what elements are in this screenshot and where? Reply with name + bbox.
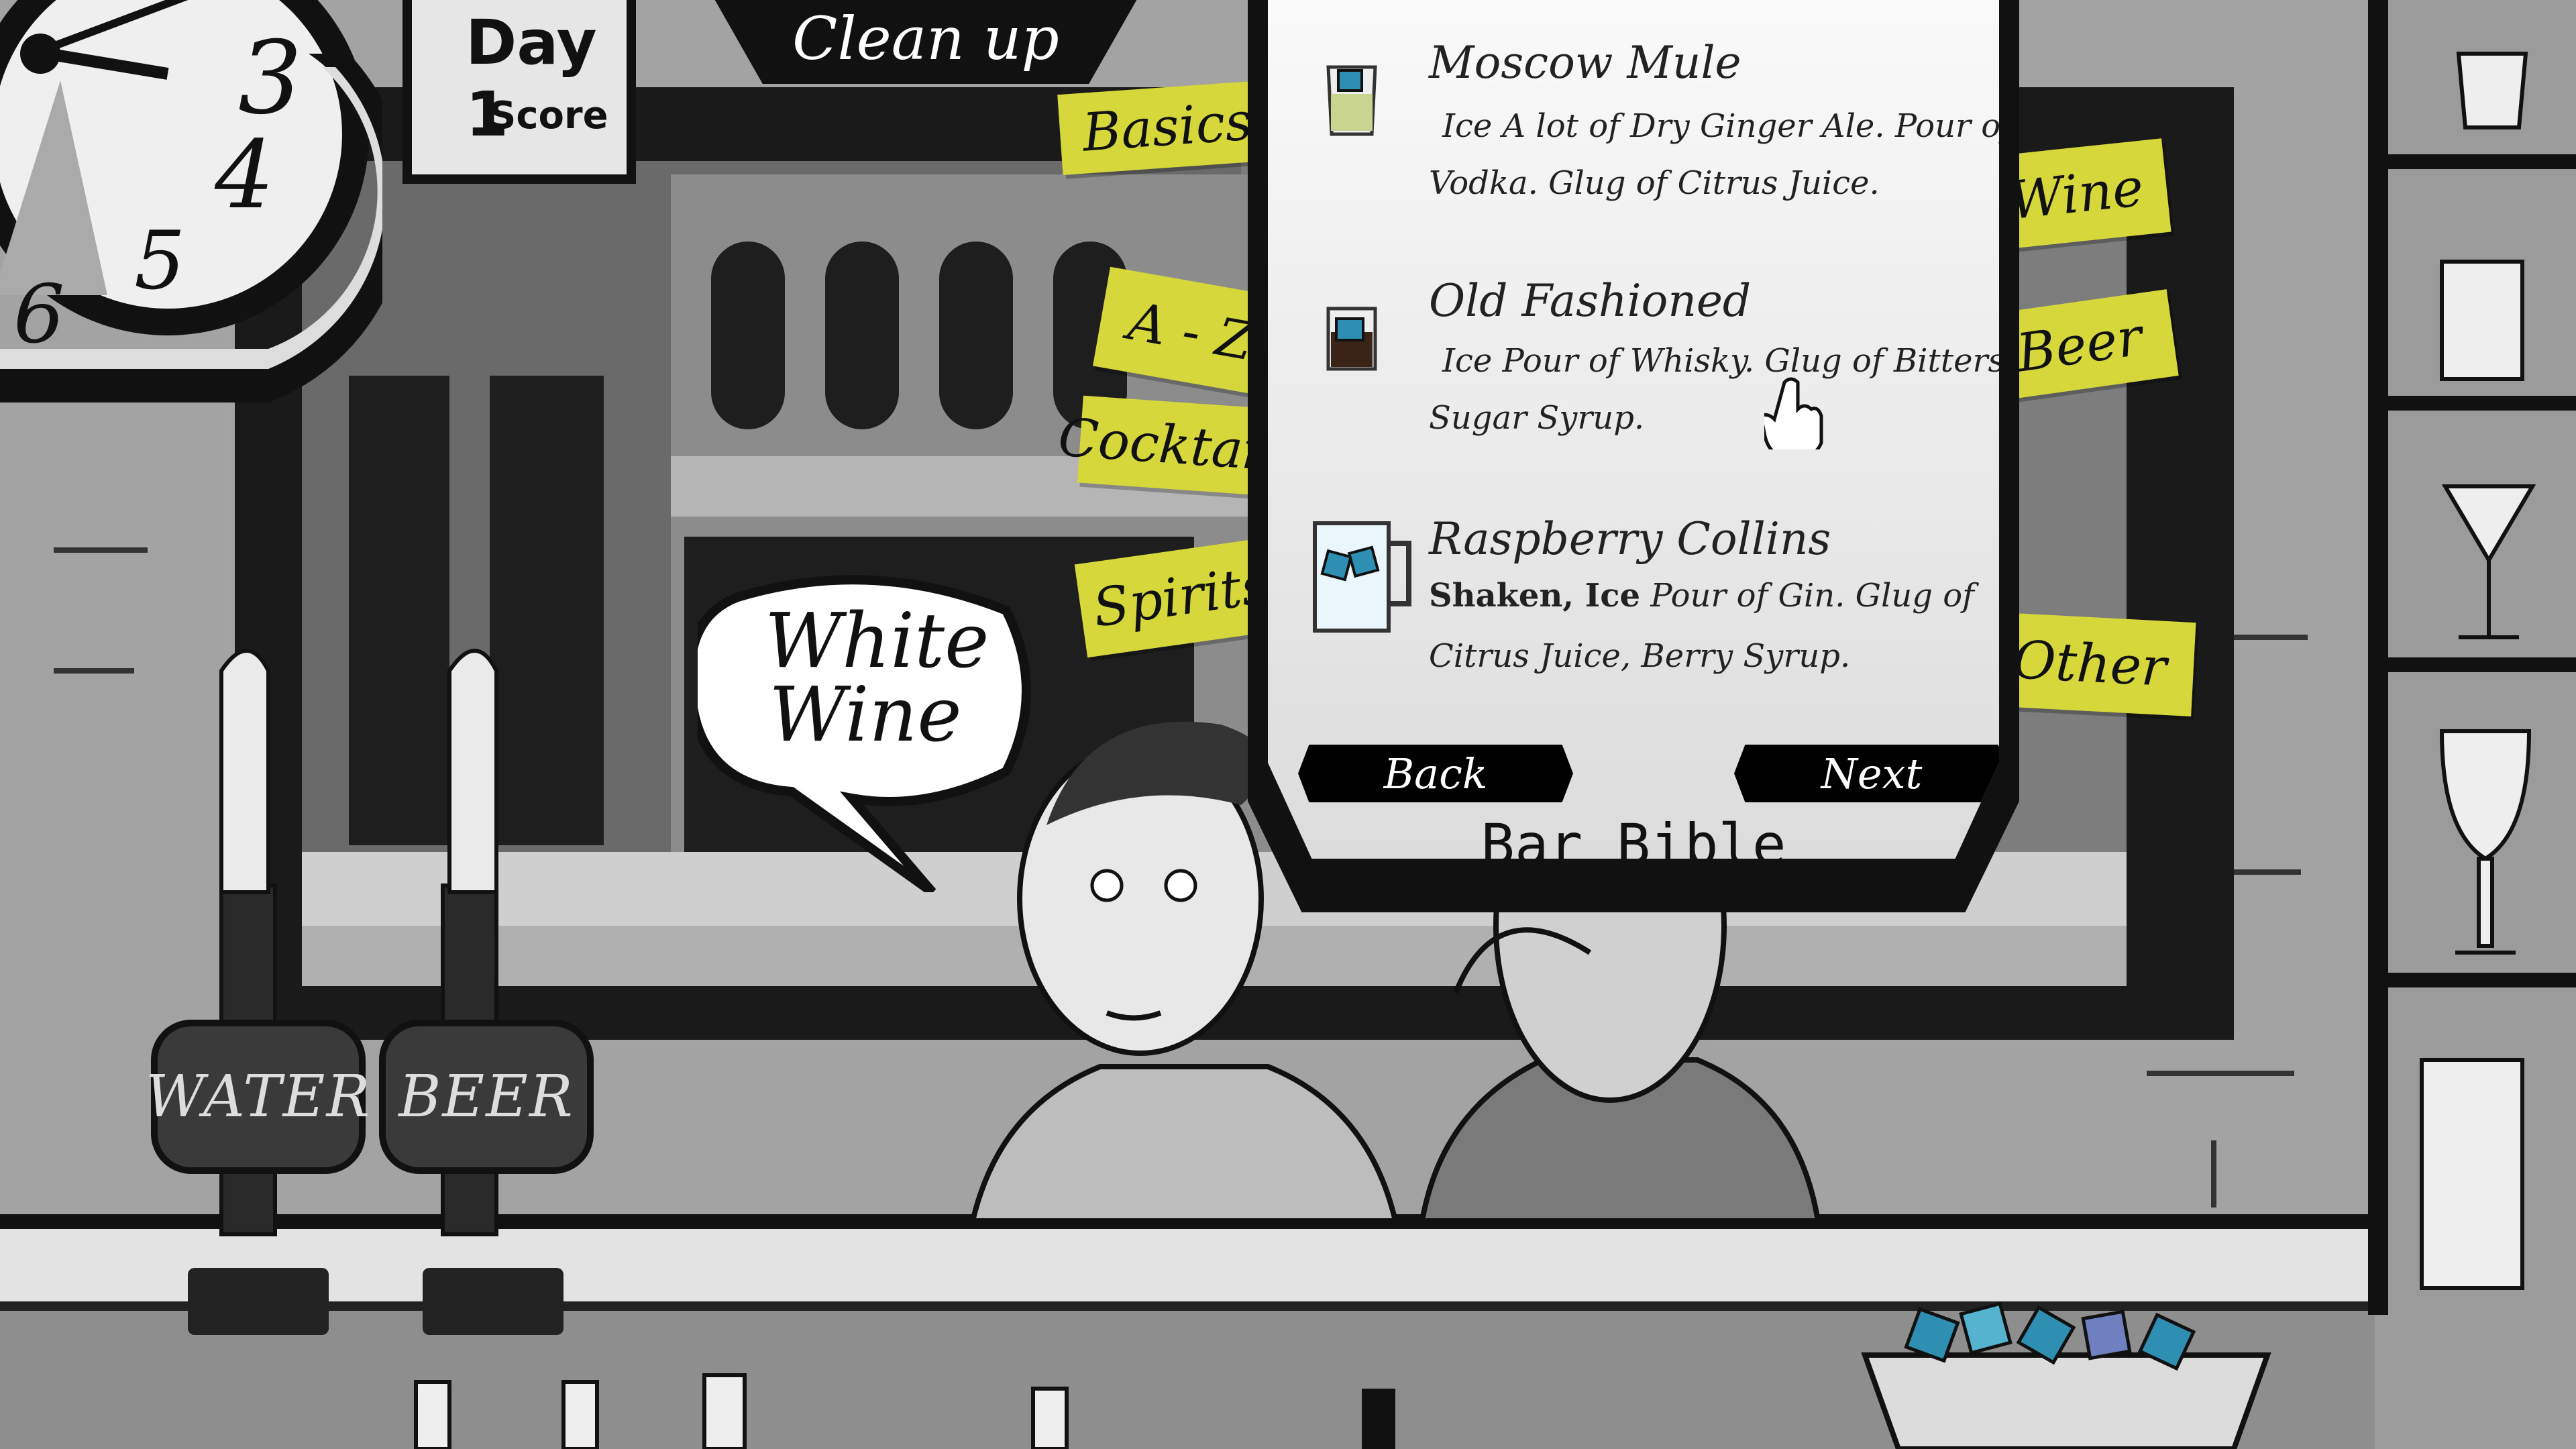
tab-other-label: Other bbox=[2011, 630, 2168, 698]
recipe-line1-raspberry-collins: Shaken, Ice Pour of Gin. Glug of bbox=[1429, 577, 1974, 614]
tab-wine-label: Wine bbox=[2006, 157, 2147, 232]
clock-number-4: 4 bbox=[215, 121, 275, 230]
beer-tap-label: BEER bbox=[398, 1063, 574, 1130]
tab-basics-label: Basics bbox=[1080, 91, 1254, 164]
recipe-line2-old-fashioned: Sugar Syrup. bbox=[1429, 399, 1645, 437]
moscow-mule-glass-icon bbox=[1326, 65, 1377, 136]
back-button-label: Back bbox=[1383, 749, 1488, 798]
tab-spirits-label: Spirits bbox=[1089, 555, 1272, 639]
clean-up-button[interactable]: Clean up bbox=[711, 0, 1140, 84]
clock-number-5: 5 bbox=[134, 215, 186, 308]
recipe-name-old-fashioned: Old Fashioned bbox=[1429, 275, 1752, 327]
recipe-method-raspberry-collins: Shaken, Ice bbox=[1429, 577, 1640, 614]
recipe-line2-raspberry-collins: Citrus Juice, Berry Syrup. bbox=[1429, 637, 1851, 675]
clock-icon bbox=[0, 0, 382, 402]
speech-text-line1: White bbox=[765, 598, 989, 685]
recipe-name-moscow-mule: Moscow Mule bbox=[1429, 37, 1741, 89]
next-button-label: Next bbox=[1821, 749, 1923, 798]
hand-cursor-icon bbox=[1764, 377, 1823, 449]
tab-basics[interactable]: Basics bbox=[1057, 79, 1277, 176]
clean-up-label: Clean up bbox=[792, 4, 1059, 73]
tab-beer-label: Beer bbox=[2013, 307, 2146, 384]
bar-bible-page: Moscow Mule Ice A lot of Dry Ginger Ale.… bbox=[1268, 0, 1999, 859]
speech-text-line2: Wine bbox=[769, 672, 962, 759]
water-tap-button[interactable]: WATER bbox=[146, 1020, 370, 1174]
bar-bible-book: Moscow Mule Ice A lot of Dry Ginger Ale.… bbox=[1248, 0, 2019, 912]
clock-number-3: 3 bbox=[238, 20, 303, 137]
day-score-panel: Day 1 Score bbox=[402, 0, 636, 184]
collins-mug-icon bbox=[1313, 521, 1411, 633]
recipe-line1-old-fashioned: Ice Pour of Whisky. Glug of Bitters. bbox=[1442, 342, 2015, 380]
back-button[interactable]: Back bbox=[1298, 745, 1573, 802]
beer-tap-button[interactable]: BEER bbox=[379, 1020, 594, 1174]
recipe-line1-moscow-mule: Ice A lot of Dry Ginger Ale. Pour of bbox=[1442, 107, 2012, 145]
recipe-line2-moscow-mule: Vodka. Glug of Citrus Juice. bbox=[1429, 164, 1880, 202]
game-scene: 3 4 5 6 Day 1 Score Clean up White Wine … bbox=[0, 0, 2576, 1449]
next-button[interactable]: Next bbox=[1734, 745, 1999, 802]
old-fashioned-glass-icon bbox=[1326, 307, 1377, 371]
score-label: Score bbox=[489, 94, 608, 138]
recipe-name-raspberry-collins: Raspberry Collins bbox=[1429, 513, 1831, 565]
bar-bible-title: Bar Bible bbox=[1481, 812, 1786, 877]
clock-number-6: 6 bbox=[13, 268, 65, 362]
water-tap-label: WATER bbox=[145, 1063, 372, 1130]
recipe-ingredients-raspberry-collins: Pour of Gin. Glug of bbox=[1640, 577, 1974, 614]
tab-a-z-label: A - Z bbox=[1124, 291, 1258, 373]
